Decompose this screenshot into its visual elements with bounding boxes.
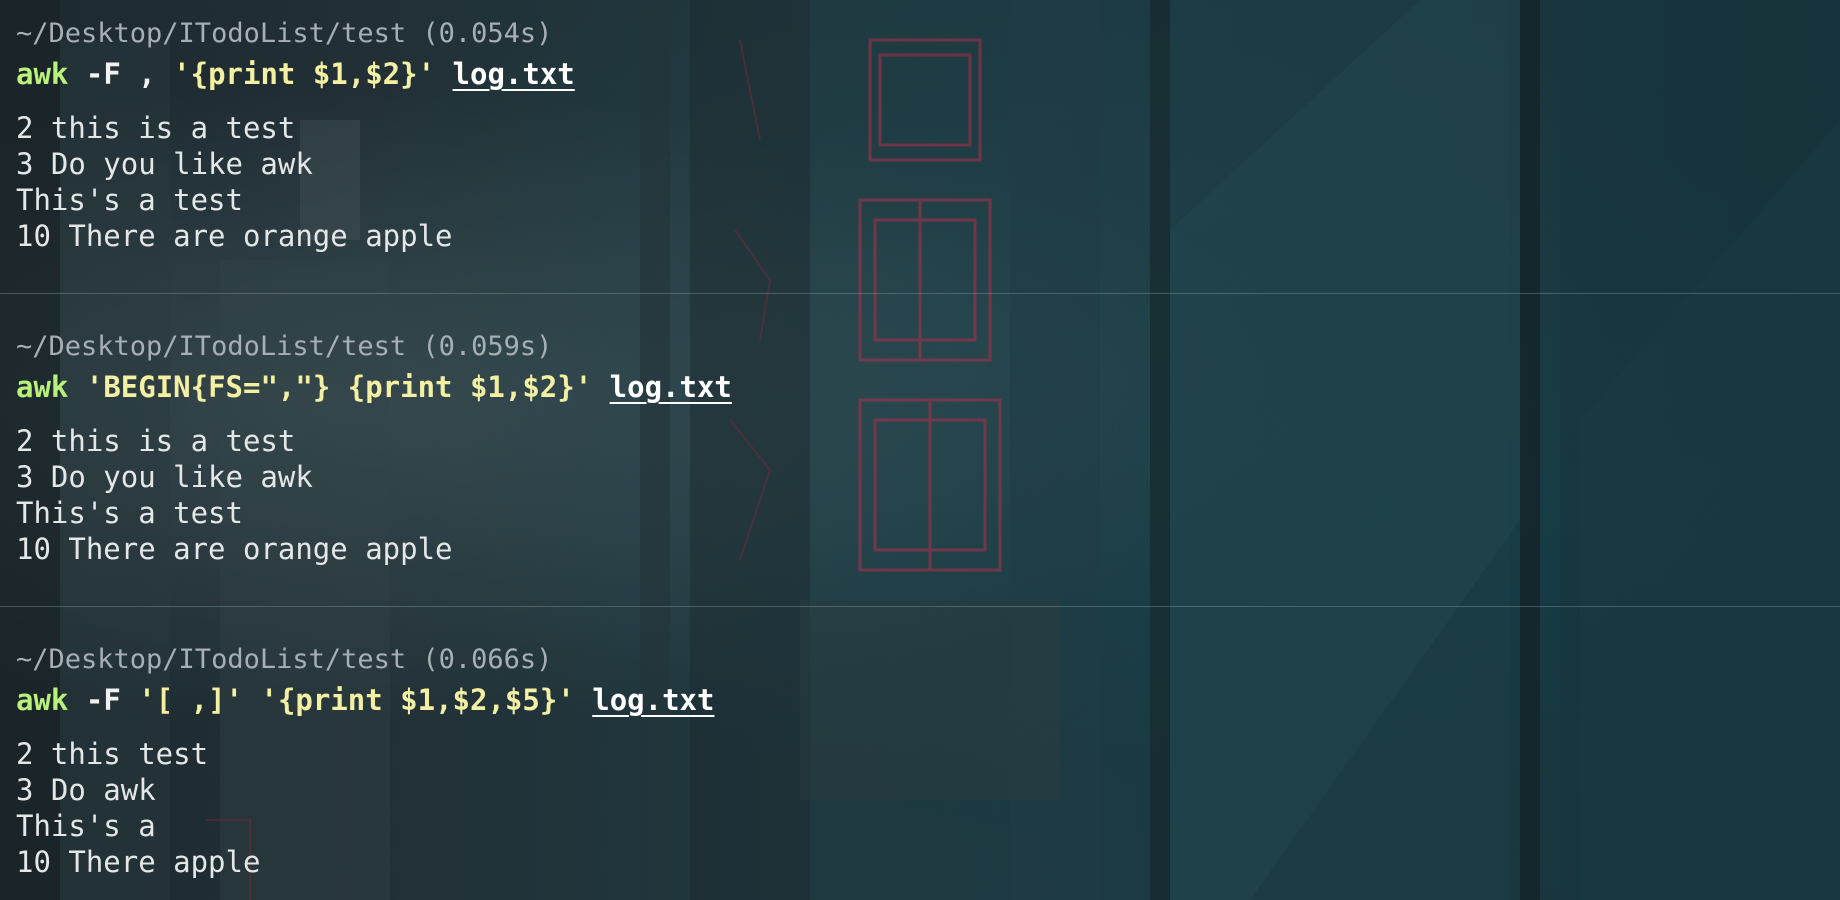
output-line: 3 Do you like awk [16,147,313,181]
command-flag: -F [85,683,121,717]
command-program: awk [16,370,69,404]
command-flag: -F , [85,57,156,91]
command-block: ~/Desktop/ITodoList/test (0.066s) awk -F… [0,606,1840,900]
output-line: This's a [16,809,156,843]
file-link[interactable]: log.txt [610,370,732,404]
output-line: This's a test [16,496,243,530]
command-string: '{print $1,$2}' [173,57,436,91]
command-string: '[ ,]' [138,683,244,717]
terminal-window[interactable]: ~/Desktop/ITodoList/test (0.054s) awk -F… [0,0,1840,900]
command-output: 2 this test 3 Do awk This's a 10 There a… [16,736,260,880]
command-block: ~/Desktop/ITodoList/test (0.059s) awk 'B… [0,293,1840,606]
output-line: 3 Do awk [16,773,156,807]
output-line: 10 There are orange apple [16,532,453,566]
command-line[interactable]: awk -F , '{print $1,$2}' log.txt [16,56,575,92]
command-program: awk [16,57,69,91]
output-line: 2 this is a test [16,111,296,145]
command-line[interactable]: awk -F '[ ,]' '{print $1,$2,$5}' log.txt [16,682,714,718]
prompt-path: ~/Desktop/ITodoList/test (0.059s) [16,331,553,362]
file-link[interactable]: log.txt [592,683,714,717]
command-output: 2 this is a test 3 Do you like awk This'… [16,110,453,254]
output-line: 3 Do you like awk [16,460,313,494]
prompt-path: ~/Desktop/ITodoList/test (0.066s) [16,644,553,675]
output-line: This's a test [16,183,243,217]
command-string: '{print $1,$2,$5}' [260,683,575,717]
output-line: 10 There are orange apple [16,219,453,253]
command-block: ~/Desktop/ITodoList/test (0.054s) awk -F… [0,0,1840,313]
command-line[interactable]: awk 'BEGIN{FS=","} {print $1,$2}' log.tx… [16,369,732,405]
command-program: awk [16,683,69,717]
output-line: 2 this is a test [16,424,296,458]
command-output: 2 this is a test 3 Do you like awk This'… [16,423,453,567]
output-line: 10 There apple [16,845,261,879]
file-link[interactable]: log.txt [453,57,575,91]
output-line: 2 this test [16,737,209,771]
command-string: 'BEGIN{FS=","} {print $1,$2}' [85,370,593,404]
prompt-path: ~/Desktop/ITodoList/test (0.054s) [16,18,553,49]
